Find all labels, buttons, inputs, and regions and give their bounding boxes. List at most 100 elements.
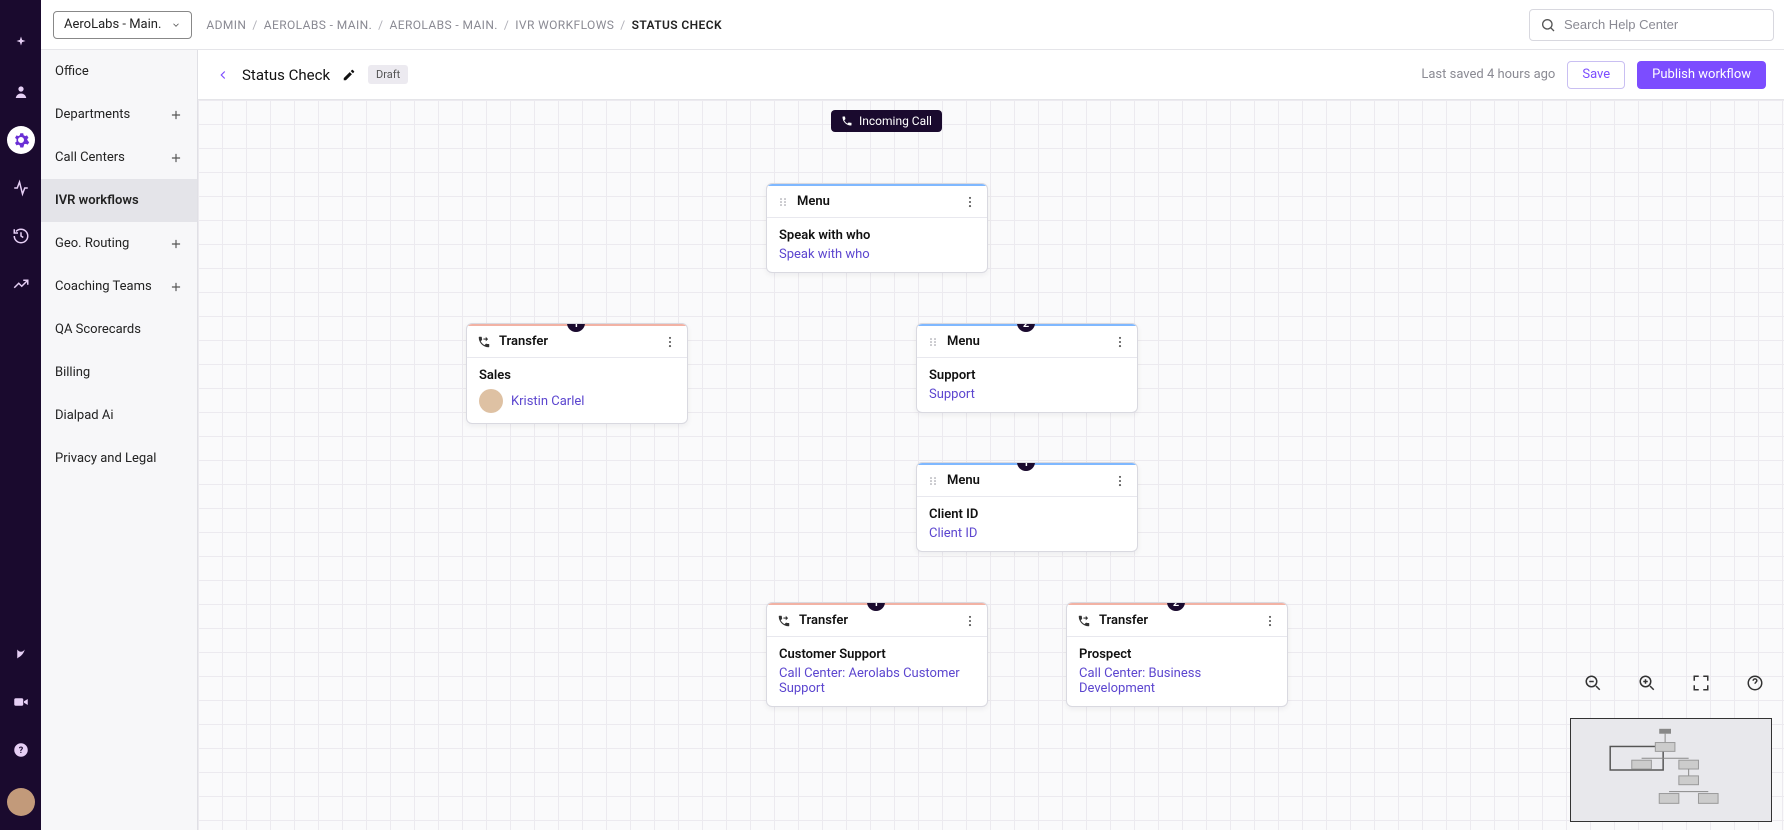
phone-forward-icon [1077, 614, 1091, 628]
canvas-help-button[interactable] [1746, 674, 1764, 692]
chevron-down-icon [171, 20, 181, 30]
node-subtitle: Client ID [929, 526, 1125, 541]
save-button[interactable]: Save [1567, 61, 1625, 89]
node-menu-button[interactable] [1113, 474, 1127, 488]
sidebar-item-label: Coaching Teams [55, 279, 152, 294]
minimap[interactable] [1570, 718, 1772, 822]
plus-icon[interactable] [169, 108, 183, 122]
node-person[interactable]: Kristin Carlel [511, 394, 584, 409]
sidebar-item-ivr-workflows[interactable]: IVR workflows [41, 179, 197, 222]
org-selector-label: AeroLabs - Main. [64, 17, 161, 32]
user-icon[interactable] [7, 78, 35, 106]
app-icon[interactable] [7, 640, 35, 668]
workflow-canvas[interactable]: Incoming Call Menu Speak with who Speak … [198, 100, 1784, 830]
publish-button-label: Publish workflow [1652, 67, 1751, 82]
phone-forward-icon [777, 614, 791, 628]
node-transfer-prospect[interactable]: 2 Transfer Prospect Call Center: Busines… [1066, 602, 1288, 707]
sidebar: Office Departments Call Centers IVR work… [41, 50, 198, 830]
plus-icon[interactable] [169, 151, 183, 165]
drag-handle-icon[interactable] [927, 336, 939, 348]
publish-button[interactable]: Publish workflow [1637, 61, 1766, 89]
breadcrumb-item[interactable]: IVR WORKFLOWS [515, 18, 614, 32]
connector-lines [198, 100, 498, 250]
sidebar-item-label: Dialpad Ai [55, 408, 114, 423]
node-subtitle: Call Center: Business Development [1079, 666, 1275, 696]
sidebar-item-label: IVR workflows [55, 193, 139, 208]
sidebar-item-office[interactable]: Office [41, 50, 197, 93]
start-node-label: Incoming Call [859, 114, 932, 128]
sidebar-item-privacy-legal[interactable]: Privacy and Legal [41, 437, 197, 480]
activity-icon[interactable] [7, 174, 35, 202]
org-selector[interactable]: AeroLabs - Main. [53, 11, 192, 39]
top-bar: AeroLabs - Main. ADMIN/ AEROLABS - MAIN.… [41, 0, 1784, 50]
start-node[interactable]: Incoming Call [831, 110, 942, 132]
last-saved-label: Last saved 4 hours ago [1421, 67, 1555, 82]
magic-icon[interactable] [7, 30, 35, 58]
breadcrumb: ADMIN/ AEROLABS - MAIN./ AEROLABS - MAIN… [206, 18, 722, 32]
node-menu-button[interactable] [963, 614, 977, 628]
node-type-label: Menu [797, 194, 830, 209]
sidebar-item-qa-scorecards[interactable]: QA Scorecards [41, 308, 197, 351]
sidebar-item-label: QA Scorecards [55, 322, 141, 337]
node-transfer-customer-support[interactable]: 1 Transfer Customer Support Call Center:… [766, 602, 988, 707]
node-subtitle: Call Center: Aerolabs Customer Support [779, 666, 975, 696]
status-badge: Draft [368, 65, 408, 84]
back-button[interactable] [216, 68, 230, 82]
sidebar-item-billing[interactable]: Billing [41, 351, 197, 394]
fit-screen-button[interactable] [1692, 674, 1710, 692]
phone-forward-icon [477, 335, 491, 349]
sidebar-item-coaching-teams[interactable]: Coaching Teams [41, 265, 197, 308]
node-subtitle: Support [929, 387, 1125, 402]
breadcrumb-item[interactable]: AEROLABS - MAIN. [390, 18, 498, 32]
sidebar-item-call-centers[interactable]: Call Centers [41, 136, 197, 179]
node-menu-button[interactable] [1113, 335, 1127, 349]
zoom-in-button[interactable] [1638, 674, 1656, 692]
sidebar-item-dialpad-ai[interactable]: Dialpad Ai [41, 394, 197, 437]
plus-icon[interactable] [169, 280, 183, 294]
sidebar-item-label: Departments [55, 107, 130, 122]
node-title: Support [929, 368, 1125, 383]
node-menu-root[interactable]: Menu Speak with who Speak with who [766, 183, 988, 273]
sidebar-item-geo-routing[interactable]: Geo. Routing [41, 222, 197, 265]
node-transfer-sales[interactable]: 1 Transfer Sales Kristin Carlel [466, 323, 688, 424]
sidebar-item-label: Billing [55, 365, 90, 380]
node-menu-button[interactable] [963, 195, 977, 209]
search-input[interactable] [1564, 17, 1763, 32]
sidebar-item-label: Privacy and Legal [55, 451, 156, 466]
gear-icon[interactable] [7, 126, 35, 154]
node-type-label: Transfer [799, 613, 848, 628]
save-button-label: Save [1582, 67, 1610, 82]
node-type-label: Menu [947, 334, 980, 349]
help-icon[interactable]: ? [7, 736, 35, 764]
search-box[interactable] [1529, 9, 1774, 41]
video-icon[interactable] [7, 688, 35, 716]
node-type-label: Transfer [1099, 613, 1148, 628]
node-title: Customer Support [779, 647, 975, 662]
phone-incoming-icon [841, 115, 853, 127]
history-icon[interactable] [7, 222, 35, 250]
breadcrumb-item[interactable]: AEROLABS - MAIN. [264, 18, 372, 32]
node-title: Sales [479, 368, 675, 383]
edit-title-button[interactable] [342, 68, 356, 82]
node-menu-button[interactable] [1263, 614, 1277, 628]
node-subtitle: Speak with who [779, 247, 975, 262]
sidebar-item-label: Office [55, 64, 89, 79]
drag-handle-icon[interactable] [927, 475, 939, 487]
search-icon [1540, 17, 1556, 33]
zoom-out-button[interactable] [1584, 674, 1602, 692]
node-menu-clientid[interactable]: 1 Menu Client ID Client ID [916, 462, 1138, 552]
workflow-title: Status Check [242, 66, 330, 84]
person-avatar [479, 389, 503, 413]
breadcrumb-item[interactable]: ADMIN [206, 18, 246, 32]
app-rail: ? [0, 0, 41, 830]
drag-handle-icon[interactable] [777, 196, 789, 208]
node-menu-button[interactable] [663, 335, 677, 349]
node-menu-support[interactable]: 2 Menu Support Support [916, 323, 1138, 413]
workflow-header: Status Check Draft Last saved 4 hours ag… [198, 50, 1784, 100]
plus-icon[interactable] [169, 237, 183, 251]
node-title: Speak with who [779, 228, 975, 243]
zoom-controls [1584, 674, 1764, 692]
sidebar-item-departments[interactable]: Departments [41, 93, 197, 136]
trending-icon[interactable] [7, 270, 35, 298]
user-avatar[interactable] [7, 788, 35, 816]
